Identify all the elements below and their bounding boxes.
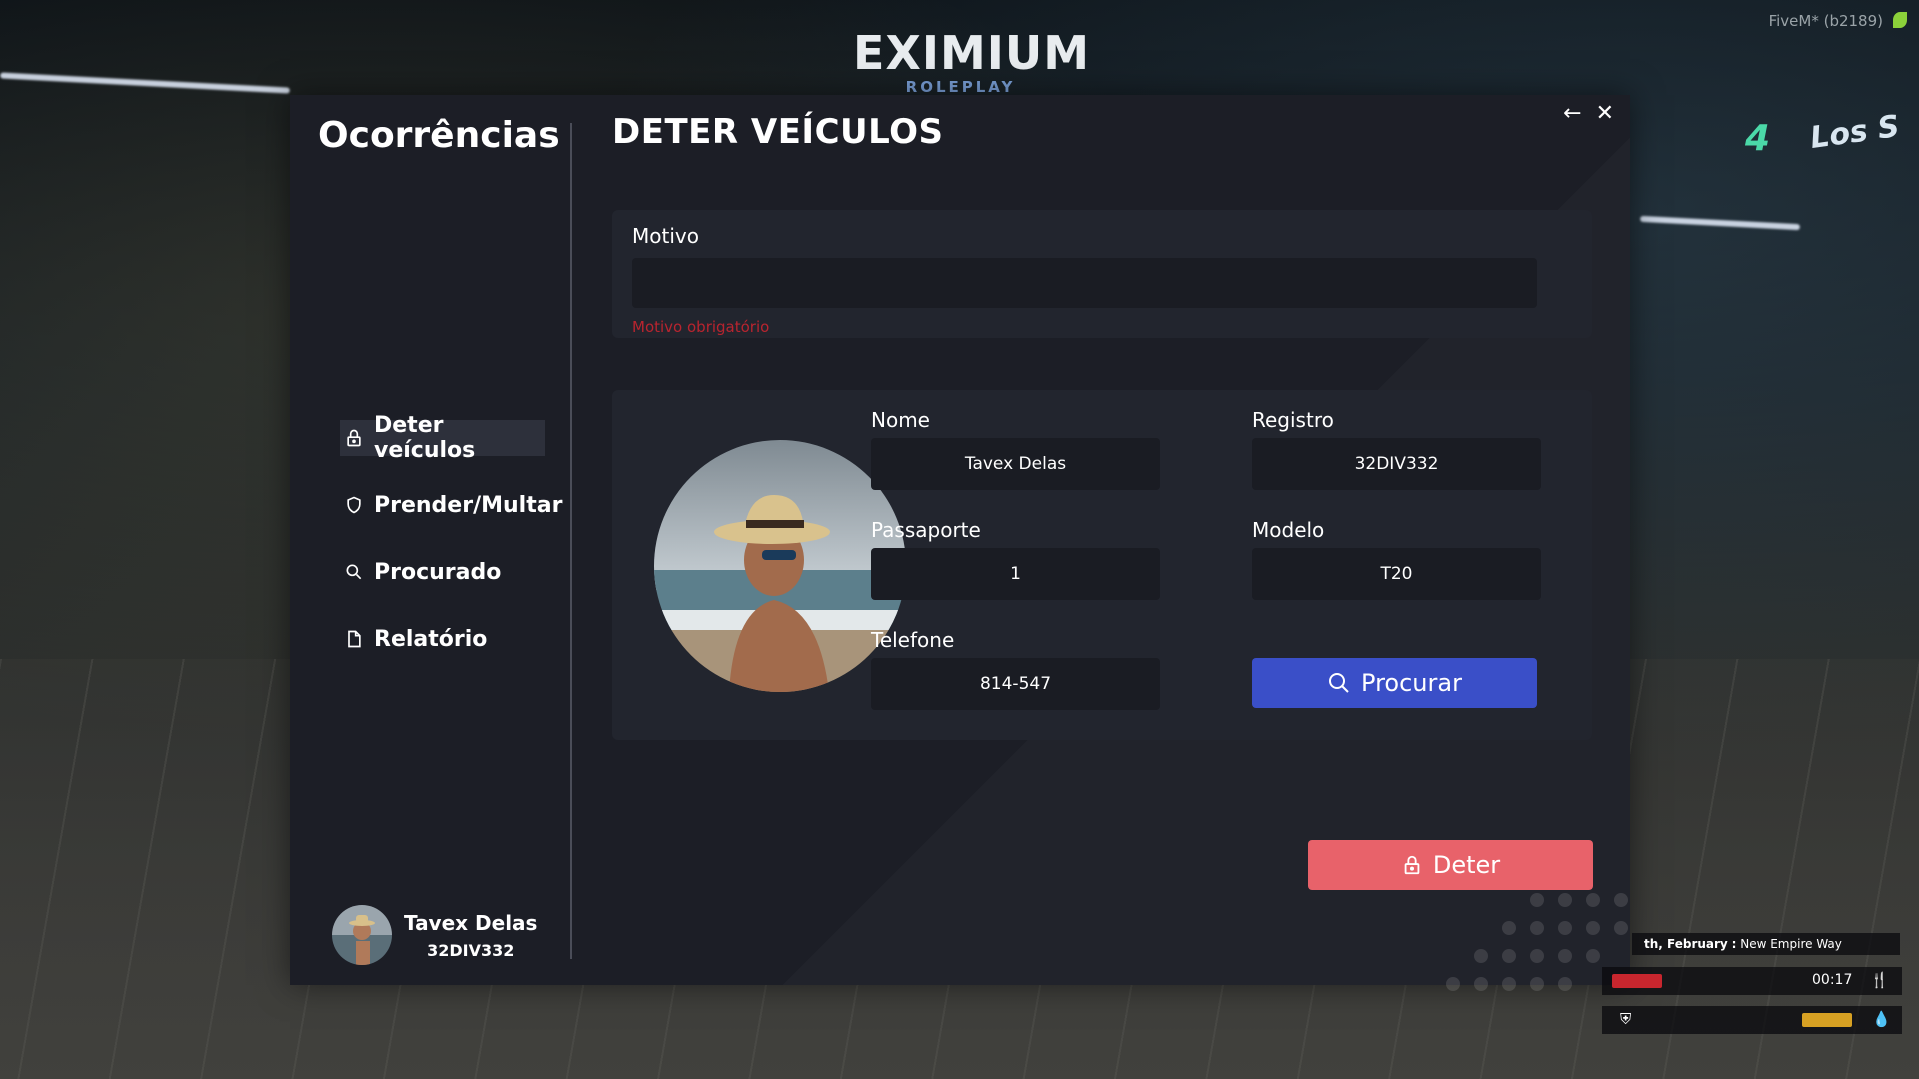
background-light xyxy=(0,72,290,94)
hud-separator: : xyxy=(1731,937,1737,951)
hud-location: th, February : New Empire Way xyxy=(1632,933,1900,955)
nome-field: Nome xyxy=(871,408,1160,490)
shield-icon xyxy=(347,496,361,514)
fivem-build-label: FiveM* (b2189) xyxy=(1768,12,1883,30)
search-icon xyxy=(1329,673,1349,693)
search-icon xyxy=(346,564,362,580)
passaporte-field: Passaporte xyxy=(871,518,1160,600)
passaporte-label: Passaporte xyxy=(871,518,981,542)
window-controls: ← ✕ xyxy=(1563,101,1614,126)
nome-label: Nome xyxy=(871,408,930,432)
modelo-field: Modelo xyxy=(1252,518,1541,600)
water-icon: 💧 xyxy=(1872,1010,1891,1028)
background-sign: Los S xyxy=(1808,108,1902,157)
avatar xyxy=(332,905,392,965)
hud-time: 00:17 xyxy=(1812,972,1853,988)
user-name: Tavex Delas xyxy=(404,910,538,935)
sidebar-item-relatorio[interactable]: Relatório xyxy=(340,621,545,657)
deter-button-label: Deter xyxy=(1432,851,1501,879)
back-arrow-icon[interactable]: ← xyxy=(1563,101,1581,126)
motivo-label: Motivo xyxy=(632,224,699,248)
sidebar-item-deter-veiculos[interactable]: Deter veículos xyxy=(340,413,545,463)
modelo-input[interactable] xyxy=(1252,548,1541,600)
health-bar xyxy=(1612,974,1662,988)
hud-street: New Empire Way xyxy=(1740,937,1842,951)
registro-label: Registro xyxy=(1252,408,1334,432)
sidebar-item-label: Prender/Multar xyxy=(374,492,563,518)
sidebar-item-label: Procurado xyxy=(374,559,502,585)
motivo-card: Motivo Motivo obrigatório xyxy=(612,210,1592,338)
telefone-input[interactable] xyxy=(871,658,1160,710)
current-user: Tavex Delas 32DIV332 xyxy=(332,905,537,965)
armor-icon: ⛨ xyxy=(1620,1010,1632,1028)
telefone-label: Telefone xyxy=(871,628,955,652)
registro-input[interactable] xyxy=(1252,438,1541,490)
fivem-leaf-icon xyxy=(1893,12,1907,28)
energy-bar xyxy=(1802,1013,1852,1027)
occurrences-panel: Ocorrências Deter veículos Prender/Multa… xyxy=(290,95,1630,985)
person-card: Nome Registro Passaporte Modelo Telefone… xyxy=(612,390,1592,740)
passaporte-input[interactable] xyxy=(871,548,1160,600)
close-icon[interactable]: ✕ xyxy=(1596,101,1614,126)
hud-date: th, February xyxy=(1644,937,1728,951)
registro-field: Registro xyxy=(1252,408,1541,490)
food-icon: 🍴 xyxy=(1870,971,1889,989)
lock-icon xyxy=(347,429,361,447)
logo-subtitle: ROLEPLAY xyxy=(905,78,1016,96)
nome-input[interactable] xyxy=(871,438,1160,490)
hud-status-row: 00:17 🍴 xyxy=(1602,967,1902,995)
sidebar-item-prender-multar[interactable]: Prender/Multar xyxy=(340,487,562,523)
sidebar-nav: Deter veículos Prender/Multar Procurado … xyxy=(340,413,562,688)
server-logo: EXIMIUM ROLEPLAY xyxy=(853,26,1091,96)
sidebar-title: Ocorrências xyxy=(318,115,560,156)
user-info: Tavex Delas 32DIV332 xyxy=(404,911,537,960)
search-button-label: Procurar xyxy=(1361,669,1462,697)
sidebar-divider xyxy=(570,123,572,959)
telefone-field: Telefone xyxy=(871,628,1160,710)
background-sign: 4 xyxy=(1745,118,1771,159)
page-title: DETER VEÍCULOS xyxy=(612,112,944,152)
person-photo xyxy=(654,440,906,692)
document-icon xyxy=(348,630,361,648)
sidebar-item-procurado[interactable]: Procurado xyxy=(340,554,545,590)
motivo-error-message: Motivo obrigatório xyxy=(632,318,770,336)
logo-title: EXIMIUM xyxy=(853,26,1091,80)
modelo-label: Modelo xyxy=(1252,518,1325,542)
sidebar-item-label: Deter veículos xyxy=(374,413,476,463)
deter-button[interactable]: Deter xyxy=(1308,840,1593,890)
lock-icon xyxy=(1404,855,1420,875)
user-registration: 32DIV332 xyxy=(427,940,515,960)
search-button[interactable]: Procurar xyxy=(1252,658,1537,708)
motivo-input[interactable] xyxy=(632,258,1537,308)
sidebar-item-label: Relatório xyxy=(374,626,488,652)
background-light xyxy=(1639,215,1801,231)
hud-status-row: ⛨ 💧 xyxy=(1602,1006,1902,1034)
